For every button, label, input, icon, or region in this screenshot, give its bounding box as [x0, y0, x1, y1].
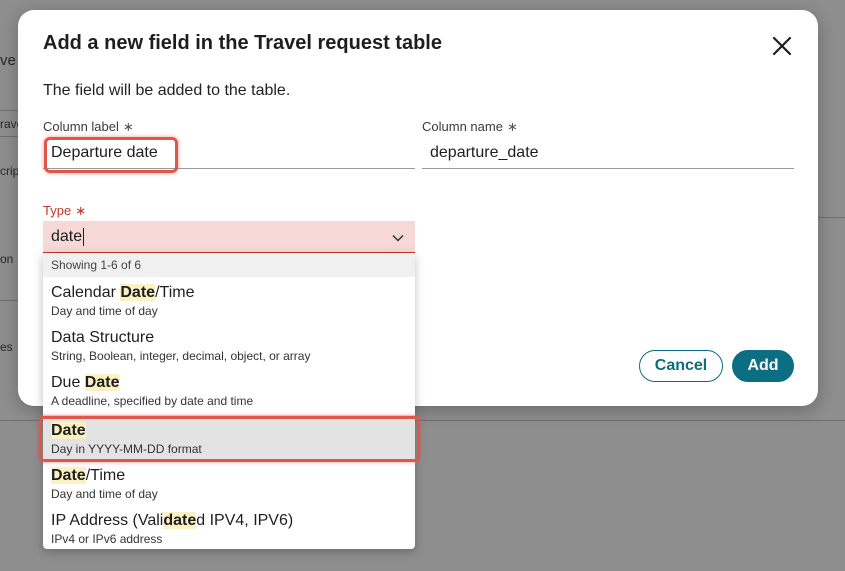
close-button[interactable]: [770, 34, 794, 58]
background-text: es: [0, 340, 13, 354]
option-description: IPv4 or IPv6 address: [51, 532, 163, 546]
option-label-text: Data Structure: [51, 329, 155, 346]
required-asterisk: ∗: [122, 119, 134, 134]
type-dropdown-list: Showing 1-6 of 6 Calendar Date/Time Day a…: [43, 253, 415, 549]
dialog-title: Add a new field in the Travel request ta…: [43, 32, 442, 54]
option-label-text: /Time: [155, 284, 195, 301]
column-name-input[interactable]: departure_date: [422, 137, 794, 169]
type-field-label: Type ∗: [43, 203, 86, 219]
background-divider: [816, 217, 845, 218]
background-divider: [0, 136, 20, 137]
option-label-text: Calendar: [51, 284, 121, 301]
dropdown-option[interactable]: Data Structure String, Boolean, integer, …: [43, 322, 415, 367]
option-label-text: d IPV4, IPV6): [196, 512, 294, 529]
column-label-field-label: Column label ∗: [43, 119, 134, 135]
type-label-text: Type: [43, 203, 72, 218]
search-match-highlight: date: [163, 512, 197, 529]
type-input-value: date: [51, 228, 83, 245]
dropdown-option[interactable]: Calendar Date/Time Day and time of day: [43, 277, 415, 322]
required-asterisk: ∗: [75, 203, 87, 218]
option-description: A deadline, specified by date and time: [51, 394, 254, 408]
search-match-highlight: Date: [120, 284, 156, 301]
column-name-label-text: Column name: [422, 119, 503, 134]
option-label: Due Date: [51, 374, 120, 392]
chevron-down-icon[interactable]: [391, 231, 405, 245]
required-asterisk: ∗: [506, 119, 518, 134]
background-divider: [0, 110, 20, 111]
type-combobox[interactable]: date: [43, 221, 415, 253]
option-label: IP Address (Validated IPV4, IPV6): [51, 512, 293, 530]
option-label-text: Due: [51, 374, 85, 391]
cancel-button[interactable]: Cancel: [639, 350, 723, 382]
add-button[interactable]: Add: [732, 350, 794, 382]
dropdown-option[interactable]: IP Address (Validated IPV4, IPV6) IPv4 or…: [43, 505, 415, 549]
column-label-label-text: Column label: [43, 119, 119, 134]
option-label: Data Structure: [51, 329, 154, 347]
search-match-highlight: Date: [84, 374, 120, 391]
background-text: ve: [0, 52, 16, 69]
annotation-highlight-box: [39, 416, 420, 462]
column-name-field-label: Column name ∗: [422, 119, 518, 135]
option-label: Calendar Date/Time: [51, 284, 194, 302]
background-text: on: [0, 252, 14, 266]
dropdown-results-count: Showing 1-6 of 6: [43, 253, 415, 277]
text-caret: [83, 227, 85, 246]
annotation-highlight-box: [44, 137, 178, 173]
option-description: String, Boolean, integer, decimal, objec…: [51, 349, 311, 363]
close-icon: [772, 36, 792, 56]
option-description: Day and time of day: [51, 487, 158, 501]
dropdown-option[interactable]: Date/Time Day and time of day: [43, 460, 415, 505]
option-label-text: /Time: [85, 467, 126, 484]
option-label-text: IP Address (Vali: [51, 512, 164, 529]
option-label: Date/Time: [51, 467, 125, 485]
dropdown-option[interactable]: Due Date A deadline, specified by date an…: [43, 367, 415, 412]
option-description: Day and time of day: [51, 304, 158, 318]
dialog-subtitle: The field will be added to the table.: [43, 82, 291, 99]
search-match-highlight: Date: [51, 467, 86, 484]
